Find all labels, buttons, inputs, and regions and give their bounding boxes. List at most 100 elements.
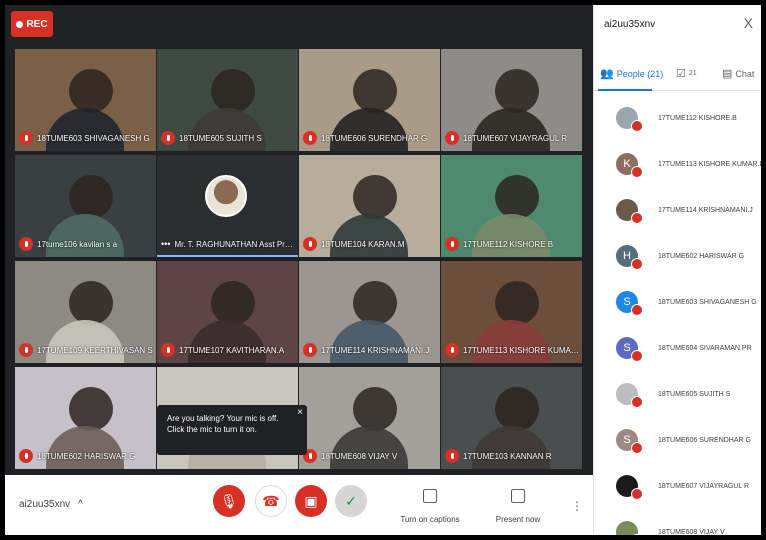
captions-icon	[423, 489, 437, 503]
participant-name: 18TUME605 SUJITH S	[179, 133, 262, 143]
video-tile[interactable]: 17TUME114 KRISHNAMANI.J	[299, 261, 440, 363]
video-tile[interactable]: 18TUME104 KARAN.M	[299, 155, 440, 257]
mic-off-icon	[631, 258, 643, 270]
avatar	[616, 199, 643, 224]
avatar	[616, 521, 643, 535]
tab-people[interactable]: 👥 People (21)	[600, 67, 663, 80]
mic-off-icon	[19, 237, 33, 251]
microphone-button[interactable]: 🎙	[213, 485, 245, 517]
video-grid: REC 18TUME603 SHIVAGANESH G 18TUME605 SU…	[5, 5, 593, 475]
avatar: K	[616, 153, 643, 178]
mic-off-icon	[631, 304, 643, 316]
leave-call-button[interactable]: ☎	[255, 485, 287, 517]
video-tile-presenter[interactable]: ••• Mr. T. RAGHUNATHAN Asst Prof...	[157, 155, 298, 257]
mic-off-icon: 🎙	[220, 493, 238, 509]
participant-name: 18TUME608 VIJAY V	[658, 528, 725, 536]
video-tile[interactable]: 17tume106 kavilan s a	[15, 155, 156, 257]
meeting-details[interactable]: ai2uu35xnv ^	[19, 499, 83, 510]
avatar: S	[616, 337, 643, 362]
video-tile[interactable]: 17TUME103 KANNAN R	[441, 367, 582, 469]
mic-off-icon	[19, 131, 33, 145]
present-button[interactable]: Present now	[483, 515, 553, 524]
captions-button[interactable]: Turn on captions	[395, 515, 465, 524]
confirm-button[interactable]: ✓	[335, 485, 367, 517]
participant-name: 18TUME606 SURENDHAR G	[658, 436, 751, 444]
avatar-initial: S	[623, 296, 631, 308]
chevron-up-icon: ^	[78, 499, 83, 510]
check-icon: ✓	[345, 493, 357, 509]
tab-chat[interactable]: ▤ Chat	[722, 67, 754, 80]
active-tab-indicator	[598, 89, 652, 91]
recording-badge: REC	[11, 11, 53, 37]
mic-off-icon	[445, 343, 459, 357]
video-tile[interactable]: 18TUME605 SUJITH S	[157, 49, 298, 151]
video-tile[interactable]: 18TUME602 HARISWAR G	[15, 367, 156, 469]
camera-button[interactable]: ▣	[295, 485, 327, 517]
avatar-initial: H	[623, 250, 631, 262]
avatar	[616, 383, 643, 408]
participant-name: 18TUME603 SHIVAGANESH G	[658, 298, 757, 306]
camera-off-icon: ▣	[304, 493, 318, 509]
video-tile[interactable]: 17TUME113 KISHORE KUMAR.D	[441, 261, 582, 363]
participant-name: 18TUME608 VIJAY V	[321, 451, 398, 461]
mic-off-icon	[631, 120, 643, 132]
participant-name: 17TUME112 KISHORE B	[463, 239, 554, 249]
mic-off-icon	[303, 237, 317, 251]
video-tile[interactable]: 17TUME112 KISHORE B	[441, 155, 582, 257]
mic-off-icon	[19, 449, 33, 463]
participant-row[interactable]: 17TUME112 KISHORE.B	[594, 95, 761, 141]
record-dot-icon	[16, 20, 24, 28]
participant-name: 18TUME604 SIVARAMAN PR	[658, 344, 752, 352]
participant-name: 18TUME602 HARISWAR G	[658, 252, 745, 260]
participant-row[interactable]: 18TUME605 SUJITH S	[594, 371, 761, 417]
participant-name: 18TUME605 SUJITH S	[658, 390, 731, 398]
avatar	[616, 107, 643, 132]
tooltip-text: Are you talking? Your mic is off. Click …	[167, 414, 279, 434]
video-tile[interactable]: 18TUME603 SHIVAGANESH G	[15, 49, 156, 151]
participant-row[interactable]: S 18TUME604 SIVARAMAN PR	[594, 325, 761, 371]
video-tile[interactable]: 18TUME607 VIJAYRAGUL R	[441, 49, 582, 151]
close-icon[interactable]: ×	[297, 407, 303, 418]
avatar: S	[616, 429, 643, 454]
tab-people-label: People (21)	[616, 68, 664, 79]
participant-row[interactable]: H 18TUME602 HARISWAR G	[594, 233, 761, 279]
video-tile[interactable]: 17TUME107 KAVITHARAN.A	[157, 261, 298, 363]
recording-label: REC	[26, 18, 48, 30]
avatar-initial: S	[623, 434, 631, 446]
activities-count: 21	[688, 70, 697, 77]
participant-row[interactable]: K 17TUME113 KISHORE KUMAR.D	[594, 141, 761, 187]
participant-name: 18TUME602 HARISWAR G	[37, 451, 136, 461]
video-tile[interactable]: 18TUME606 SURENDHAR G	[299, 49, 440, 151]
presenter-avatar	[205, 175, 247, 217]
participant-name: 17TUME103 KANNAN R	[463, 451, 552, 461]
participant-row[interactable]: 18TUME608 VIJAY V	[594, 509, 761, 535]
participant-name: 18TUME606 SURENDHAR G	[321, 133, 428, 143]
people-icon: 👥	[600, 68, 614, 80]
close-icon[interactable]: X	[744, 15, 753, 31]
mic-off-icon	[631, 442, 643, 454]
mic-off-tooltip: × Are you talking? Your mic is off. Clic…	[157, 405, 307, 455]
mic-off-icon	[445, 449, 459, 463]
mic-off-icon	[631, 212, 643, 224]
panel-tabs: 👥 People (21) ☑ 21 ▤ Chat	[594, 61, 761, 91]
participant-name: 18TUME607 VIJAYRAGUL R	[658, 482, 750, 490]
video-tile[interactable]: 18TUME608 VIJAY V	[299, 367, 440, 469]
participant-row[interactable]: 18TUME607 VIJAYRAGUL R	[594, 463, 761, 509]
more-options-icon[interactable]: ⋮	[571, 499, 583, 513]
participant-row[interactable]: S 18TUME603 SHIVAGANESH G	[594, 279, 761, 325]
mic-off-icon	[445, 237, 459, 251]
present-icon	[511, 489, 525, 503]
participant-row[interactable]: S 18TUME606 SURENDHAR G	[594, 417, 761, 463]
video-tile[interactable]: 17TUME109 KEERTHIVASAN S	[15, 261, 156, 363]
participant-row[interactable]: 17TUME114 KRISHNAMANI.J	[594, 187, 761, 233]
avatar	[616, 475, 643, 500]
hang-up-icon: ☎	[262, 493, 280, 509]
mic-off-icon	[631, 166, 643, 178]
more-dots-icon[interactable]: •••	[161, 239, 170, 249]
mic-off-icon	[19, 343, 33, 357]
tab-activities[interactable]: ☑ 21	[676, 67, 697, 80]
mic-off-icon	[631, 350, 643, 362]
mic-off-icon	[161, 131, 175, 145]
participant-name: 17TUME114 KRISHNAMANI.J	[658, 206, 753, 214]
participant-name: 17TUME109 KEERTHIVASAN S	[37, 345, 153, 355]
